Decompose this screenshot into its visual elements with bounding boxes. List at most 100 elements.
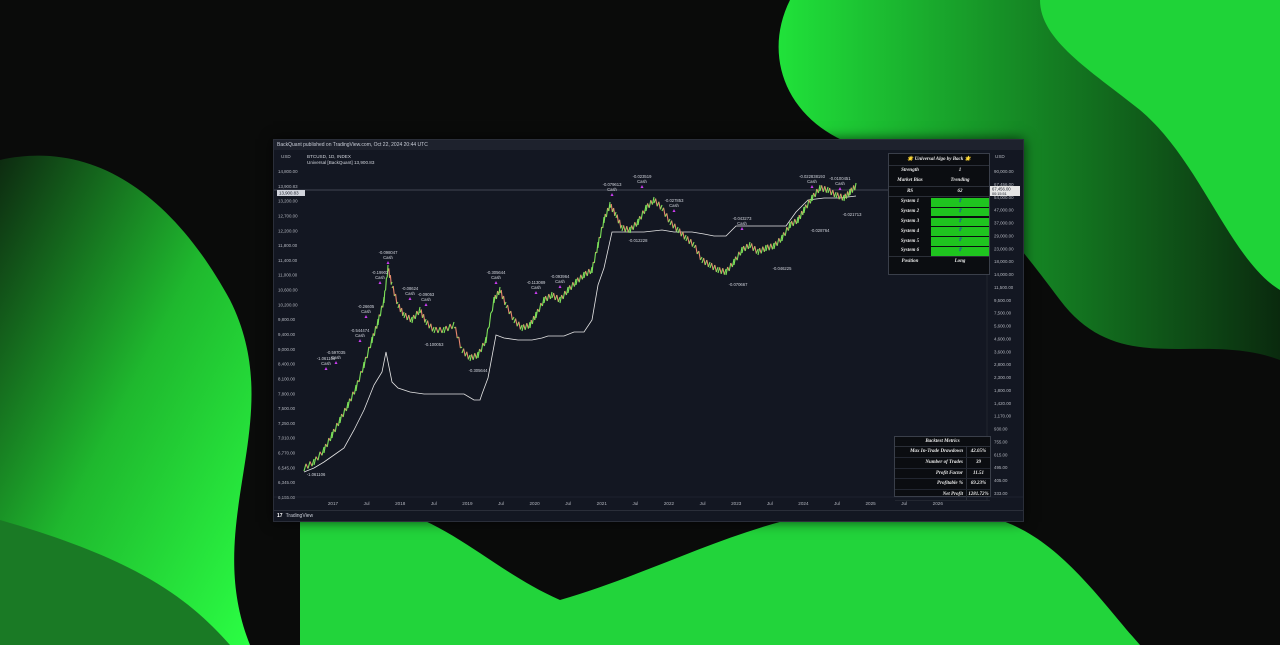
left-axis-tick: 7,250.00 — [278, 421, 296, 426]
annotation-cash: Cash — [375, 275, 385, 280]
annotation-cash: Cash — [807, 179, 817, 184]
right-axis-tick: 2,800.00 — [994, 362, 1012, 367]
left-axis-tick: 12,700.00 — [278, 213, 298, 218]
left-axis-tick: 6,545.00 — [278, 465, 296, 470]
right-axis-tick: 23,000.00 — [994, 246, 1014, 251]
universal-stat-value: 1 — [958, 168, 962, 173]
annotation-cash: Cash — [607, 187, 617, 192]
left-axis-tick: 9,400.00 — [278, 332, 296, 337]
left-axis-tick: 8,400.00 — [278, 362, 296, 367]
low-annotation: -0.070667 — [729, 282, 749, 287]
left-axis-tick: 6,345.00 — [278, 480, 296, 485]
time-axis-tick: Jul — [431, 501, 437, 506]
left-axis-tick: 10,600.00 — [278, 288, 298, 293]
right-axis-tick: 5,600.00 — [994, 324, 1012, 329]
backtest-metric-value: 39 — [966, 457, 990, 468]
symbol-legend[interactable]: BTCUSD, 1D, INDEX Universal [BackQuant] … — [307, 154, 374, 166]
backtest-metric-row: Profit Factor 11.51 — [895, 468, 990, 480]
time-axis-tick: 2026 — [933, 501, 944, 506]
time-axis-tick: 2018 — [395, 501, 406, 506]
annotation-cash: Cash — [737, 221, 747, 226]
annotation-cash: Cash — [331, 355, 341, 360]
backtest-panel-title: Backtest Metrics — [895, 437, 990, 447]
universal-stat-row: RS 62 — [889, 185, 989, 197]
annotation-cash: Cash — [531, 285, 541, 290]
system-1-label: System 1 — [900, 199, 920, 205]
left-axis-tick: 11,800.00 — [278, 243, 298, 248]
backtest-metric-value: 1281.72% — [966, 490, 990, 500]
system-3-row: System 3 ⇧ — [889, 217, 989, 227]
universal-stat-label: Strength — [901, 168, 919, 173]
left-axis-tick: 13,900.83 — [278, 184, 298, 189]
time-axis-tick: 2025 — [865, 501, 876, 506]
left-axis-tick: 9,800.00 — [278, 317, 296, 322]
left-axis-tick: 7,800.00 — [278, 391, 296, 396]
annotation-cash: Cash — [555, 279, 565, 284]
universal-panel-title: 🌟 Universal Algo by Back 🌟 — [889, 154, 989, 166]
left-axis-tick: 14,800.00 — [278, 169, 298, 174]
system-1-row: System 1 ⇧ — [889, 196, 989, 207]
universal-stat-label: Market Bias — [897, 177, 923, 183]
right-axis-tick: 90,000.00 — [994, 169, 1014, 174]
universal-stat-row: Market Bias Trending — [889, 176, 989, 186]
annotation-cash: Cash — [383, 255, 393, 260]
time-axis-tick: 2022 — [664, 501, 675, 506]
system-4-row: System 4 ⇧ — [889, 227, 989, 237]
system-5-row: System 5 ⇧ — [889, 237, 989, 247]
backtest-metric-label: Net Profit — [942, 492, 963, 498]
system-5-value: ⇧ — [931, 237, 989, 246]
left-axis-tick: 12,200.00 — [278, 228, 298, 233]
right-axis-tick: 3,600.00 — [994, 349, 1012, 354]
currency-right: USD — [995, 154, 1005, 159]
right-axis-tick: 1,800.00 — [994, 388, 1012, 393]
left-price-label: 13,900.83 — [279, 191, 299, 196]
universal-stat-row: Strength 1 — [889, 166, 989, 176]
backtest-metric-label: Profitable % — [937, 481, 963, 487]
right-price-label: 67,456.00 — [992, 187, 1011, 192]
position-row: Position Long — [889, 256, 989, 267]
annotation-cash: Cash — [669, 203, 679, 208]
annotation-cash: Cash — [361, 309, 371, 314]
time-axis-tick: Jul — [700, 501, 706, 506]
annotation-cash: Cash — [321, 361, 331, 366]
backtest-metric-label: Max In-Trade Drawdown — [910, 449, 963, 454]
backtest-metric-value: 69.23% — [966, 479, 990, 490]
right-axis-tick: 11,500.00 — [994, 285, 1014, 290]
right-axis-tick: 333.00 — [994, 491, 1008, 496]
system-4-value: ⇧ — [931, 227, 989, 236]
annotation-cash: Cash — [405, 291, 415, 296]
time-axis-tick: 2023 — [731, 501, 742, 506]
left-axis-tick: 9,000.00 — [278, 347, 296, 352]
right-axis-tick: 405.00 — [994, 478, 1008, 483]
system-3-value: ⇧ — [931, 217, 989, 227]
backtest-metric-label: Profit Factor — [935, 470, 963, 476]
right-axis-tick: 930.00 — [994, 427, 1008, 432]
tradingview-brand: TradingView — [285, 513, 314, 519]
indicator-line: Universal [BackQuant] 13,900.83 — [307, 160, 375, 165]
right-axis-tick: 1,420.00 — [994, 401, 1012, 406]
right-axis-tick: 14,000.00 — [994, 272, 1014, 277]
published-bar: BackQuant published on TradingView.com, … — [274, 140, 1023, 150]
time-axis-tick: 2024 — [798, 501, 809, 506]
low-annotation: -0.046225 — [773, 266, 793, 271]
system-3-label: System 3 — [900, 218, 920, 224]
published-text: BackQuant published on TradingView.com, … — [277, 142, 428, 148]
low-annotation: -0.028764 — [811, 228, 831, 233]
backtest-metric-value: 11.51 — [966, 468, 990, 479]
low-annotation: -0.012228 — [629, 238, 649, 243]
left-axis-tick: 7,010.00 — [278, 436, 296, 441]
left-axis-tick: 7,500.00 — [278, 406, 296, 411]
low-annotation: -0.021713 — [843, 212, 863, 217]
up-candle — [390, 281, 393, 285]
tradingview-screenshot: BackQuant published on TradingView.com, … — [273, 139, 1024, 522]
annotation-cash: Cash — [355, 333, 365, 338]
tradingview-logo-icon[interactable]: 17 — [277, 513, 283, 519]
right-axis-tick: 495.00 — [994, 465, 1008, 470]
right-price-countdown: 00:15:51 — [992, 192, 1007, 196]
right-axis-tick: 2,300.00 — [994, 375, 1012, 380]
system-6-label: System 6 — [900, 248, 920, 254]
time-axis-tick: 2019 — [462, 501, 473, 506]
right-axis-tick: 18,000.00 — [994, 259, 1014, 264]
time-axis-tick: Jul — [364, 501, 370, 506]
annotation-cash: Cash — [835, 181, 845, 186]
